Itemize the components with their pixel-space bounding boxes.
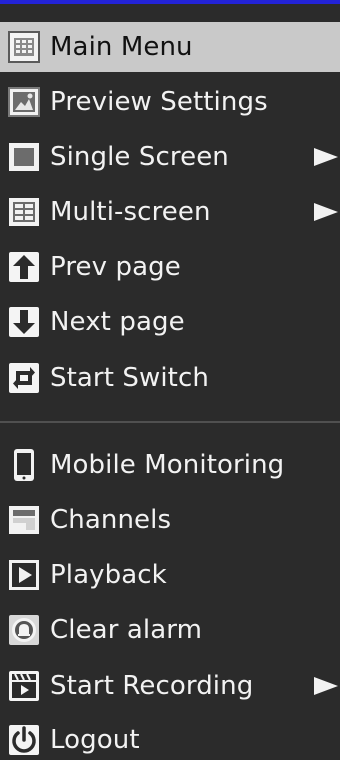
menu-item-preview-settings[interactable]: Preview Settings [0,76,340,128]
mobile-icon [6,447,42,483]
submenu-arrow-icon [314,203,338,221]
menu-item-label: Preview Settings [50,87,268,117]
preview-settings-icon [6,84,42,120]
submenu-arrow-icon [314,148,338,166]
menu-item-logout[interactable]: Logout [0,714,340,760]
menu-item-playback[interactable]: Playback [0,549,340,601]
menu-item-start-recording[interactable]: Start Recording [0,660,340,712]
menu-item-next-page[interactable]: Next page [0,296,340,348]
arrow-up-icon [6,249,42,285]
main-menu-icon [6,29,42,65]
menu-item-label: Main Menu [50,32,193,62]
menu-item-label: Channels [50,505,172,535]
menu-item-label: Single Screen [50,142,229,172]
menu-item-start-switch[interactable]: Start Switch [0,352,340,404]
menu-item-channels[interactable]: Channels [0,494,340,546]
menu-item-label: Logout [50,725,140,755]
menu-item-main-menu[interactable]: Main Menu [0,22,340,72]
menu-item-label: Start Switch [50,363,209,393]
menu-item-multi-screen[interactable]: Multi-screen [0,186,340,238]
menu-item-prev-page[interactable]: Prev page [0,241,340,293]
context-menu: Main Menu Preview Settings Single Screen [0,0,340,760]
menu-item-label: Clear alarm [50,615,203,645]
menu-item-label: Mobile Monitoring [50,450,285,480]
switch-icon [6,360,42,396]
menu-item-single-screen[interactable]: Single Screen [0,131,340,183]
arrow-down-icon [6,304,42,340]
submenu-arrow-icon [314,677,338,695]
menu-item-label: Multi-screen [50,197,211,227]
menu-item-label: Playback [50,560,167,590]
menu-item-clear-alarm[interactable]: Clear alarm [0,604,340,656]
menu-item-label: Next page [50,307,185,337]
channels-icon [6,502,42,538]
menu-item-mobile-monitoring[interactable]: Mobile Monitoring [0,439,340,491]
multi-screen-icon [6,194,42,230]
recording-icon [6,668,42,704]
menu-item-label: Prev page [50,252,181,282]
menu-item-label: Start Recording [50,671,254,701]
alarm-icon [6,612,42,648]
single-screen-icon [6,139,42,175]
power-icon [6,722,42,758]
menu-divider [0,421,340,423]
playback-icon [6,557,42,593]
